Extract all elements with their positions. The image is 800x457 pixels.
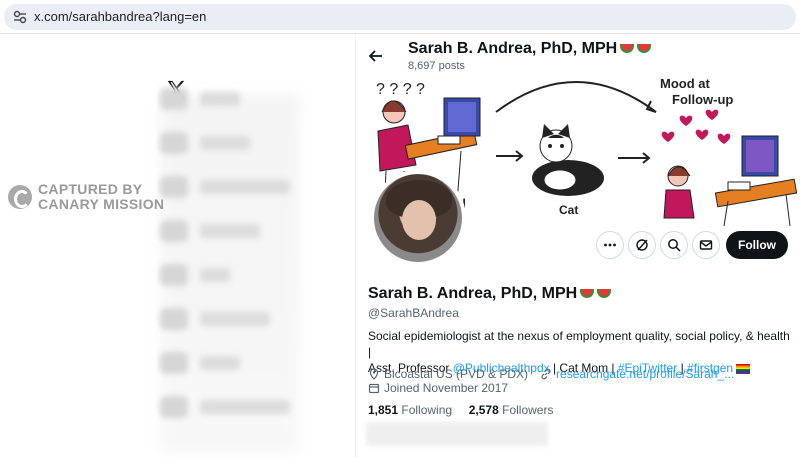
profile-location: Bicoastal US (PVD & PDX) bbox=[384, 367, 529, 381]
watermelon-icon bbox=[637, 44, 652, 54]
watermark-line2: CANARY MISSION bbox=[38, 196, 165, 212]
link-icon bbox=[541, 368, 551, 380]
profile-meta-line: Bicoastal US (PVD & PDX) researchgate.ne… bbox=[368, 367, 734, 381]
browser-address-bar: x.com/sarahbandrea?lang=en bbox=[0, 0, 800, 34]
watermelon-icon bbox=[597, 289, 612, 299]
nav-item-blurred[interactable] bbox=[160, 88, 300, 110]
nav-item-blurred[interactable] bbox=[160, 220, 300, 242]
follow-button[interactable]: Follow bbox=[726, 231, 788, 259]
profile-name: Sarah B. Andrea, PhD, MPH bbox=[368, 285, 612, 303]
search-icon bbox=[668, 239, 681, 252]
canary-mission-logo-icon bbox=[8, 185, 32, 209]
following-link[interactable]: 1,851 Following bbox=[368, 403, 452, 417]
follow-counts: 1,851 Following 2,578 Followers bbox=[368, 403, 553, 417]
profile-website-link[interactable]: researchgate.net/profile/Sarah_... bbox=[556, 367, 734, 381]
profile-joined-line: Joined November 2017 bbox=[368, 381, 508, 395]
more-button[interactable] bbox=[596, 231, 624, 259]
url-box[interactable]: x.com/sarahbandrea?lang=en bbox=[4, 4, 796, 30]
profile-joined: Joined November 2017 bbox=[384, 381, 509, 395]
back-arrow-icon[interactable] bbox=[368, 48, 384, 64]
grok-icon bbox=[636, 239, 648, 251]
nav-item-blurred[interactable] bbox=[160, 176, 300, 198]
nav-item-blurred[interactable] bbox=[160, 308, 300, 330]
more-icon bbox=[604, 243, 616, 247]
location-icon bbox=[369, 368, 379, 380]
bio-line-1: Social epidemiologist at the nexus of em… bbox=[368, 329, 790, 359]
watermelon-icon bbox=[620, 44, 635, 54]
profile-handle: @SarahBAndrea bbox=[368, 306, 459, 320]
watermark: CAPTURED BY CANARY MISSION bbox=[8, 182, 164, 212]
nav-item-blurred[interactable] bbox=[160, 132, 300, 154]
followers-link[interactable]: 2,578 Followers bbox=[469, 403, 554, 417]
nav-item-blurred[interactable] bbox=[160, 264, 300, 286]
svg-text:? ? ? ?: ? ? ? ? bbox=[376, 81, 425, 98]
mail-icon bbox=[699, 240, 713, 250]
banner-label-follow-up: Follow-up bbox=[672, 92, 733, 107]
post-count: 8,697 posts bbox=[408, 60, 465, 72]
watermark-line1: CAPTURED BY bbox=[38, 181, 143, 197]
grok-button[interactable] bbox=[628, 231, 656, 259]
banner-label-mood: Mood at bbox=[660, 76, 710, 91]
banner-label-cat: Cat bbox=[559, 203, 578, 217]
watermelon-icon bbox=[580, 289, 595, 299]
search-button[interactable] bbox=[660, 231, 688, 259]
message-button[interactable] bbox=[692, 231, 720, 259]
left-navigation bbox=[0, 34, 356, 457]
profile-column: Sarah B. Andrea, PhD, MPH 8,697 posts ? … bbox=[356, 34, 800, 457]
tune-icon[interactable] bbox=[13, 10, 27, 24]
rainbow-flag-icon bbox=[736, 363, 751, 374]
url-text[interactable]: x.com/sarahbandrea?lang=en bbox=[34, 9, 206, 24]
nav-item-blurred[interactable] bbox=[160, 396, 300, 418]
nav-item-blurred[interactable] bbox=[160, 352, 300, 374]
avatar[interactable] bbox=[370, 170, 466, 266]
calendar-icon bbox=[368, 383, 380, 394]
header-title: Sarah B. Andrea, PhD, MPH bbox=[408, 40, 652, 58]
blurred-content bbox=[366, 422, 548, 446]
